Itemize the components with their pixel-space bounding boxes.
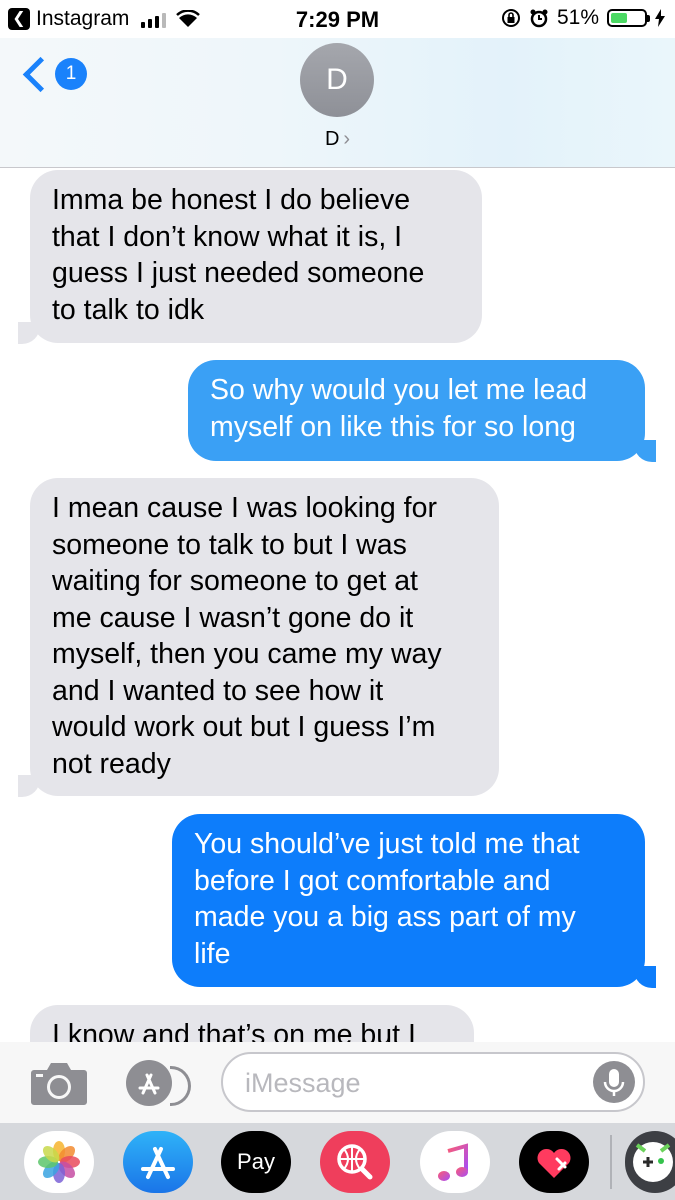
message-line: guess I just needed someone [52,257,425,289]
bubble-tail [18,775,40,797]
chevron-right-icon: › [343,128,351,150]
battery-percent: 51% [556,6,599,29]
apple-pay-app-icon[interactable]: Pay [221,1131,291,1193]
message-line: So why would you let me lead [210,374,588,406]
tray-divider [610,1135,612,1189]
message-line: and I wanted to see how it [52,674,384,707]
heart-touch-icon [537,1148,571,1178]
outgoing-message-bubble[interactable]: You should’ve just told me that before I… [172,814,645,987]
message-line: made you a big ass part of my [194,901,576,933]
message-line: waiting for someone to get at [52,565,418,597]
message-line: would work out but I guess I’m [52,711,436,743]
bubble-tail [18,322,40,344]
bubble-tail [634,440,656,462]
incoming-message-bubble[interactable]: Imma be honest I do believe that I don’t… [30,170,482,343]
apps-ring-decoration [170,1066,191,1106]
message-line: that I don’t know what it is, I [52,220,403,253]
incoming-message-bubble[interactable]: I mean cause I was looking for someone t… [30,478,499,796]
message-line: life [194,937,231,970]
music-app-icon[interactable] [420,1131,490,1193]
unread-count-badge: 1 [55,58,87,90]
message-line: I know and that’s on me but I [52,1019,416,1042]
imessage-field[interactable] [221,1052,645,1112]
apple-pay-label: Pay [237,1149,275,1174]
image-search-app-icon[interactable] [320,1131,390,1193]
app-store-icon [138,1073,160,1095]
contact-name-button[interactable]: D › [0,128,675,151]
bubble-tail [634,966,656,988]
music-note-icon [438,1143,468,1181]
apps-button[interactable] [126,1060,172,1106]
message-line: I mean cause I was looking for [52,492,437,524]
game-app-icon[interactable] [625,1131,675,1193]
clipped-message-area: I know and that’s on me but I [0,1000,675,1042]
microphone-icon [603,1069,625,1096]
conversation-header: 1 D D › [0,38,675,168]
battery-icon [607,9,650,27]
message-line: Imma be honest I do believe [52,184,411,216]
microphone-button[interactable] [593,1061,635,1103]
digital-touch-app-icon[interactable] [519,1131,589,1193]
app-store-glyph-icon [141,1147,175,1179]
photos-flower-icon [38,1141,80,1183]
message-line: me cause I wasn’t gone do it [52,601,414,634]
message-line: someone to talk to but I was [52,528,407,561]
message-line: You should’ve just told me that [194,828,580,860]
message-line: myself, then you came my way [52,638,442,670]
camera-icon[interactable] [30,1060,88,1106]
message-line: not ready [52,747,171,780]
imessage-app-drawer: Pay [0,1123,675,1200]
globe-search-icon [337,1144,373,1180]
message-line: before I got comfortable and [194,864,551,897]
back-button[interactable]: 1 [20,56,87,92]
message-line: to talk to idk [52,293,205,326]
message-line: myself on like this for so long [210,410,576,443]
charging-bolt-icon [655,9,665,27]
game-controller-icon [633,1142,673,1182]
outgoing-message-bubble[interactable]: So why would you let me lead myself on l… [188,360,645,461]
message-composer [0,1042,675,1123]
alarm-icon [530,9,548,28]
status-bar: ❮ Instagram 7:29 PM 51% [0,0,675,38]
app-store-app-icon[interactable] [123,1131,193,1193]
contact-avatar[interactable]: D [300,43,374,117]
chevron-left-icon [22,56,59,92]
imessage-input[interactable] [243,1064,587,1102]
incoming-message-bubble[interactable]: I know and that’s on me but I [30,1005,474,1042]
status-right-group: 51% [501,6,665,30]
orientation-lock-icon [501,9,520,27]
contact-name: D [324,128,340,150]
photos-app-icon[interactable] [24,1131,94,1193]
